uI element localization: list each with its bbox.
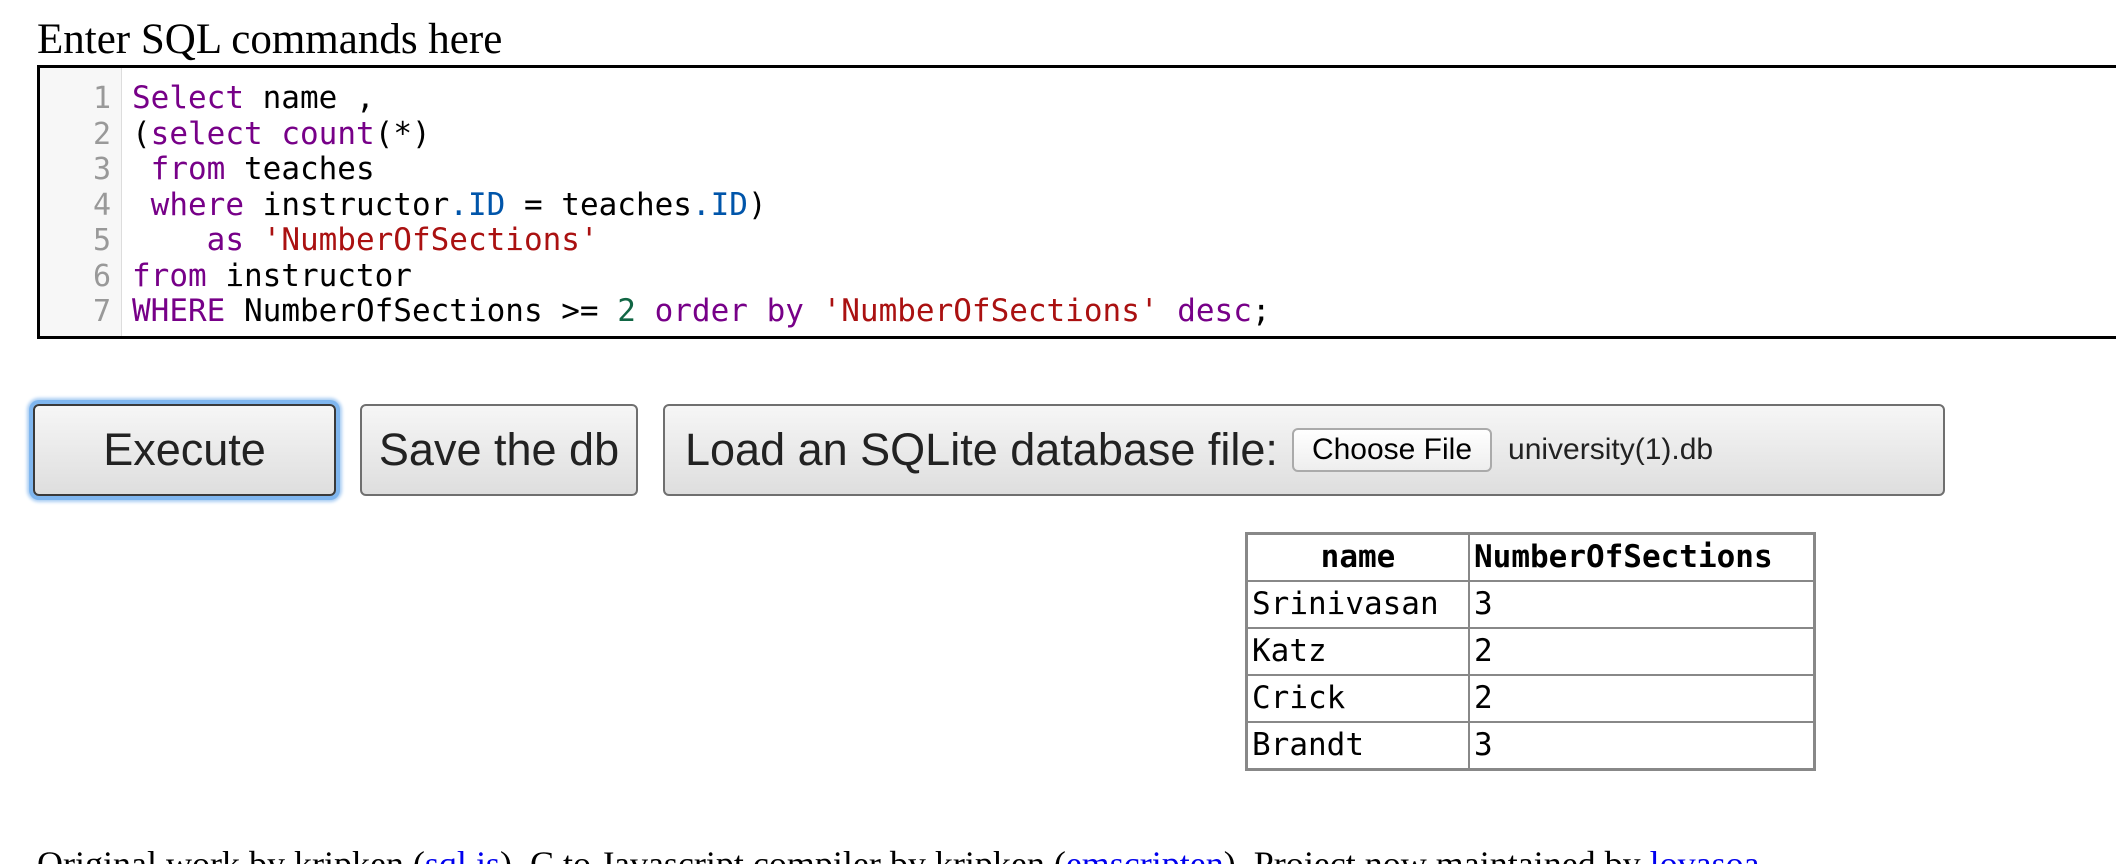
code-token: = teaches [505,186,692,223]
code-line: from teaches [132,151,1271,188]
cell-name: Katz [1245,627,1470,676]
code-line: WHERE NumberOfSections >= 2 order by 'Nu… [132,293,1271,330]
line-number: 7 [92,294,111,329]
code-token: .ID [691,186,748,223]
save-db-button[interactable]: Save the db [360,404,638,496]
code-token: as [206,222,244,258]
cell-name: Crick [1245,674,1470,723]
code-token: from [150,151,226,187]
credit-text: ). C to Javascript compiler by kripken ( [499,844,1066,864]
code-token: (*) [374,115,431,152]
table-row: Srinivasan 3 [1245,580,1816,629]
page-heading: Enter SQL commands here [37,16,503,63]
code-token: select [150,115,263,152]
code-token: instructor [206,257,412,294]
code-line: from instructor [132,257,1271,295]
code-token: 'NumberOfSections' [262,222,599,258]
choose-file-button[interactable]: Choose File [1291,428,1493,472]
code-token: ( [132,115,151,152]
line-number: 1 [92,81,111,116]
code-token: 2 [617,293,636,329]
execute-button-label: Execute [103,424,266,475]
code-token: teaches [225,151,375,187]
cell-number-of-sections: 2 [1468,627,1816,676]
code-token: from [132,257,207,294]
column-header-number-of-sections: NumberOfSections [1468,532,1816,582]
sql-code[interactable]: Select name , (select count(*) from teach… [132,80,1271,330]
code-token: instructor [244,186,450,223]
code-token: ; [1251,293,1271,329]
column-header-name: name [1245,532,1470,582]
code-token: count [281,115,375,152]
cell-number-of-sections: 3 [1468,580,1816,629]
line-number: 2 [92,116,111,152]
table-row: Brandt 3 [1245,721,1816,771]
code-token: 'NumberOfSections' [822,293,1159,329]
table-row: Katz 2 [1245,627,1816,676]
code-token: .ID [449,186,506,223]
code-token: order by [654,293,804,329]
credit-link-lovasoa[interactable]: lovasoa [1650,844,1760,864]
code-token: name , [243,80,375,116]
results-header-row: name NumberOfSections [1245,532,1816,582]
code-token: Select [132,80,244,116]
code-line: as 'NumberOfSections' [132,222,1271,259]
table-row: Crick 2 [1245,674,1816,723]
credit-text: ). Project now maintained by [1223,844,1650,864]
page: Enter SQL commands here 1234567 Select n… [0,0,2116,864]
code-line: Select name , [132,80,1271,117]
selected-file-name: university(1).db [1508,433,1714,466]
cell-name: Srinivasan [1245,580,1470,629]
code-token: where [150,186,244,223]
cell-number-of-sections: 3 [1468,721,1816,771]
line-number: 5 [92,223,111,258]
code-token: NumberOfSections >= [225,293,618,329]
code-line: (select count(*) [132,115,1271,153]
credits-footer: Original work by kripken (sql.js). C to … [37,842,1760,864]
load-db-file-control[interactable]: Load an SQLite database file: Choose Fil… [663,404,1945,496]
credit-link-sql-js[interactable]: sql.js [425,844,500,864]
cell-name: Brandt [1245,721,1470,771]
code-token: WHERE [132,293,226,329]
line-number-gutter: 1234567 [40,68,122,336]
code-token: desc [1177,293,1252,329]
line-number: 3 [92,152,111,187]
code-line: where instructor.ID = teaches.ID) [132,186,1271,224]
results-table: name NumberOfSections Srinivasan 3 Katz … [1245,532,1816,771]
line-number: 4 [92,187,111,223]
execute-button[interactable]: Execute [33,404,336,496]
code-token: ) [747,186,767,223]
cell-number-of-sections: 2 [1468,674,1816,723]
line-number: 6 [92,258,111,294]
load-db-label: Load an SQLite database file: [685,424,1278,475]
credit-link-emscripten[interactable]: emscripten [1066,844,1224,864]
save-db-button-label: Save the db [378,424,620,475]
credit-text: Original work by kripken ( [37,844,425,864]
sql-editor[interactable]: 1234567 Select name , (select count(*) fr… [37,65,2116,339]
